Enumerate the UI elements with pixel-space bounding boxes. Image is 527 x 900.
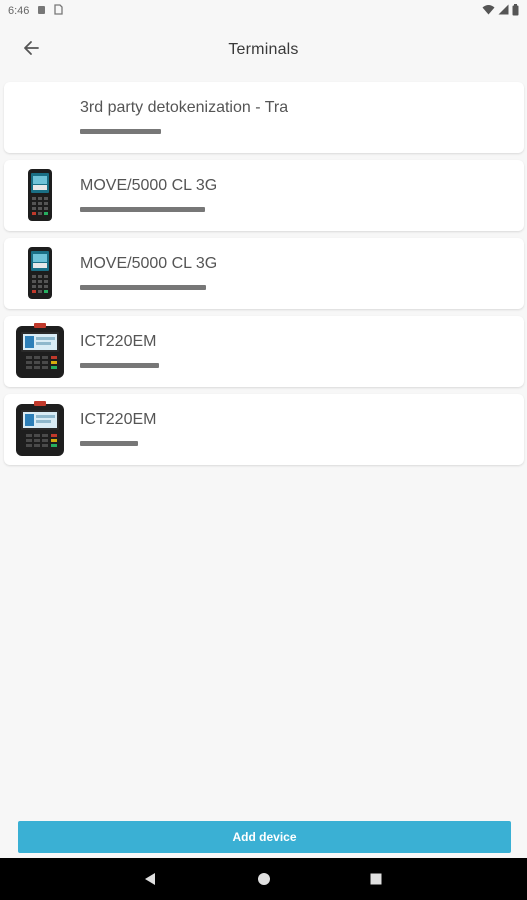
- home-circle-icon[interactable]: [256, 871, 272, 887]
- terminal-image-placeholder: [14, 88, 66, 146]
- system-navigation-bar: [0, 858, 527, 900]
- terminal-card[interactable]: 3rd party detokenization - Tra: [4, 82, 524, 153]
- app-bar: Terminals: [0, 22, 527, 78]
- ict220-terminal-icon: [14, 322, 66, 380]
- terminal-card[interactable]: MOVE/5000 CL 3G: [4, 160, 524, 231]
- terminal-name: MOVE/5000 CL 3G: [80, 255, 218, 272]
- redacted-detail: [80, 207, 205, 212]
- terminal-name: ICT220EM: [80, 333, 157, 350]
- wifi-icon: [482, 4, 495, 18]
- add-device-button[interactable]: Add device: [18, 821, 511, 853]
- battery-icon: [512, 3, 519, 19]
- terminal-card[interactable]: ICT220EM: [4, 316, 524, 387]
- redacted-detail: [80, 363, 159, 368]
- page-title: Terminals: [228, 41, 299, 58]
- move5000-terminal-icon: [14, 244, 66, 302]
- terminal-list: 3rd party detokenization - Tra MOVE/5000…: [4, 82, 524, 472]
- terminal-name: 3rd party detokenization - Tra: [80, 99, 289, 116]
- redacted-detail: [80, 285, 206, 290]
- redacted-detail: [80, 441, 138, 446]
- back-button[interactable]: [16, 36, 46, 64]
- sim-icon: [54, 4, 64, 18]
- status-time: 6:46: [8, 5, 30, 17]
- redacted-detail: [80, 129, 161, 134]
- terminal-name: MOVE/5000 CL 3G: [80, 177, 218, 194]
- terminal-card[interactable]: MOVE/5000 CL 3G: [4, 238, 524, 309]
- terminal-name: ICT220EM: [80, 411, 157, 428]
- recents-square-icon[interactable]: [368, 871, 384, 887]
- back-triangle-icon[interactable]: [142, 871, 158, 887]
- arrow-back-icon: [23, 40, 39, 61]
- ict220-terminal-icon: [14, 400, 66, 458]
- signal-icon: [498, 4, 509, 18]
- terminal-card[interactable]: ICT220EM: [4, 394, 524, 465]
- notification-icon: [37, 5, 46, 18]
- status-bar: 6:46: [0, 0, 527, 22]
- move5000-terminal-icon: [14, 166, 66, 224]
